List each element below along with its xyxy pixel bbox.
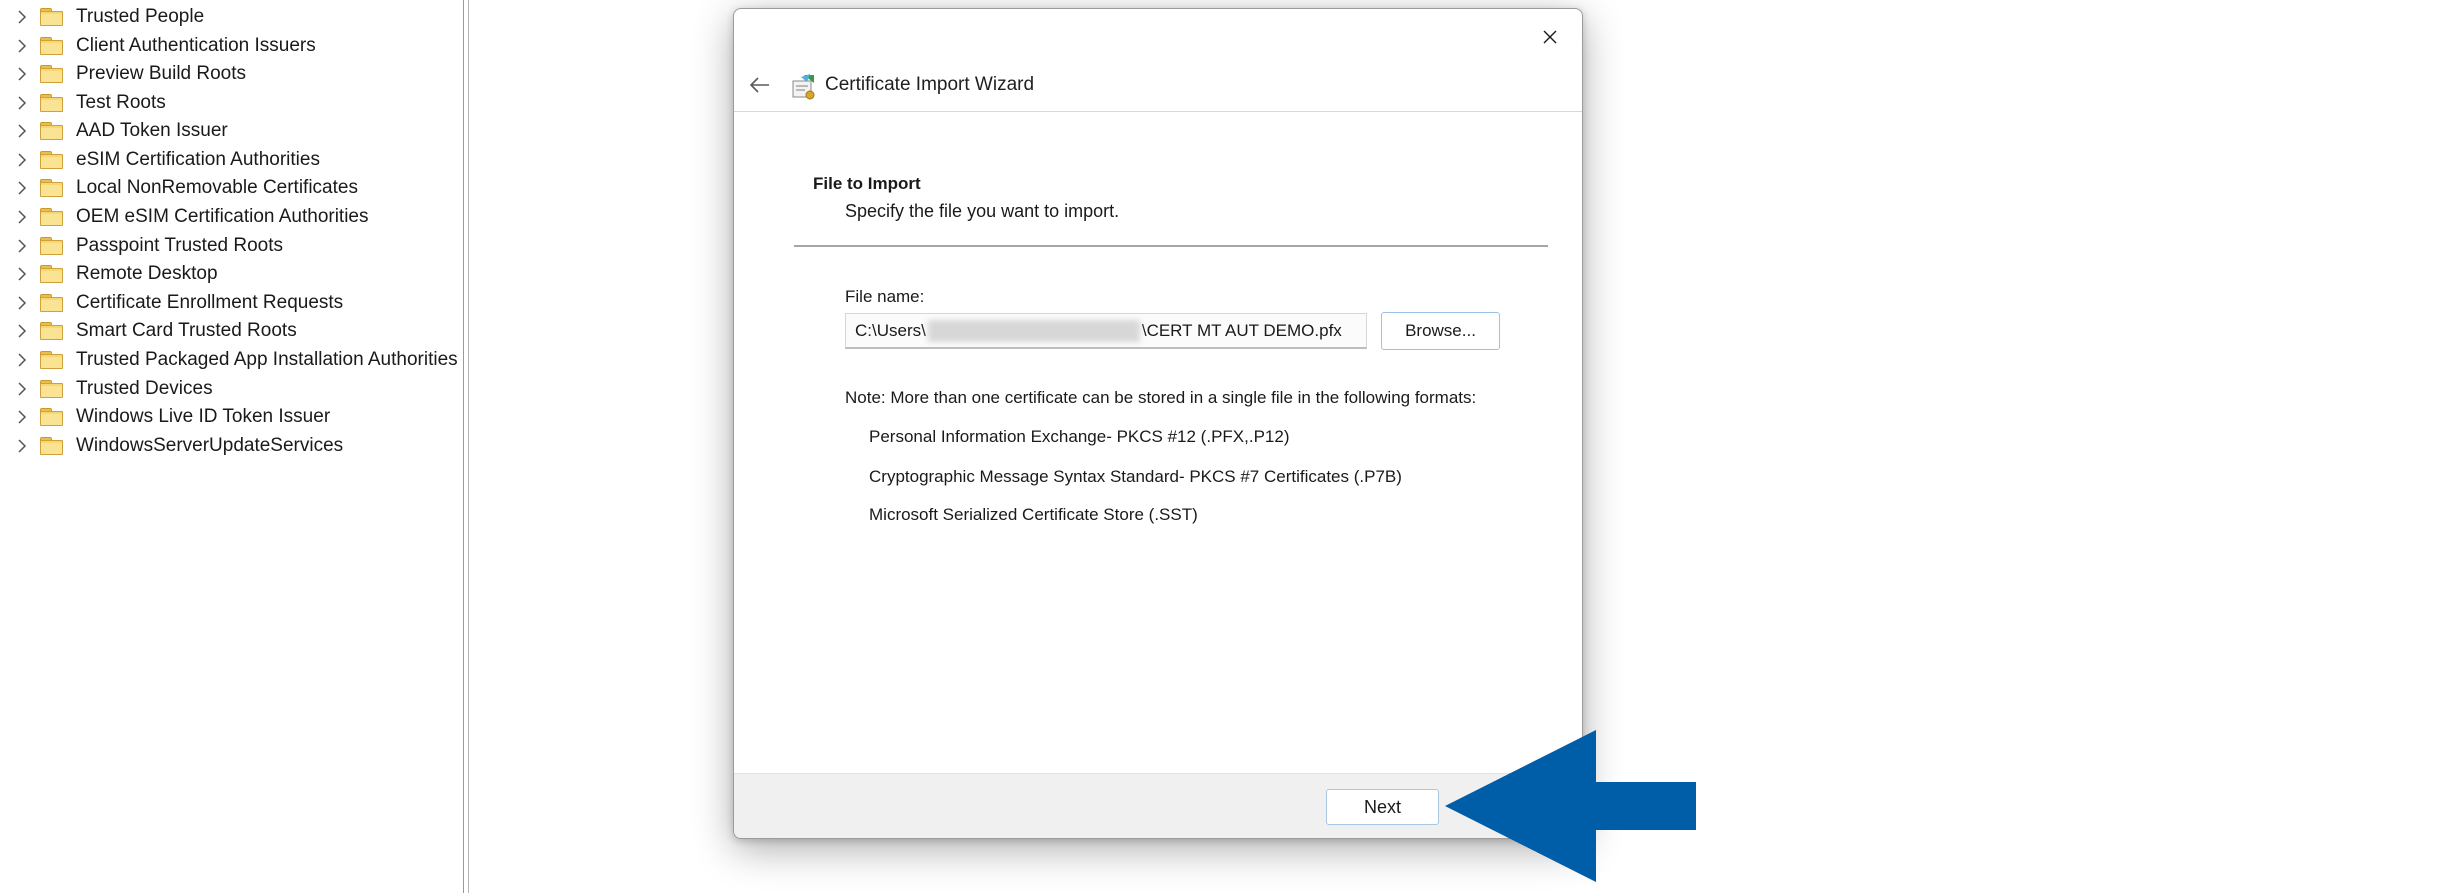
tree-item-label: Remote Desktop — [76, 263, 218, 284]
tree-item-label: Certificate Enrollment Requests — [76, 292, 344, 313]
tree-item-passpoint-trusted-roots[interactable]: Passpoint Trusted Roots — [0, 232, 283, 260]
chevron-right-icon[interactable] — [14, 438, 30, 454]
tree-item-label: Trusted People — [76, 6, 205, 27]
folder-icon — [40, 237, 64, 255]
file-path-suffix: \CERT MT AUT DEMO.pfx — [1141, 320, 1342, 340]
tree-item-label: Trusted Devices — [76, 378, 213, 399]
folder-icon — [40, 208, 64, 226]
folder-icon — [40, 37, 64, 55]
chevron-right-icon[interactable] — [14, 295, 30, 311]
chevron-right-icon[interactable] — [14, 266, 30, 282]
back-arrow-icon — [750, 77, 769, 93]
chevron-right-icon[interactable] — [14, 38, 30, 54]
browse-button[interactable]: Browse... — [1381, 312, 1500, 350]
chevron-right-icon[interactable] — [14, 381, 30, 397]
chevron-right-icon[interactable] — [14, 323, 30, 339]
tree-item-client-authentication-issuers[interactable]: Client Authentication Issuers — [0, 32, 316, 60]
section-title: File to Import — [813, 174, 921, 193]
section-subtitle: Specify the file you want to import. — [845, 201, 1120, 221]
certificate-store-tree: Trusted People Client Authentication Iss… — [0, 0, 464, 893]
chevron-right-icon[interactable] — [14, 9, 30, 25]
tree-item-windows-live-id-token-issuer[interactable]: Windows Live ID Token Issuer — [0, 403, 330, 431]
tree-item-trusted-packaged-app-installation-authorities[interactable]: Trusted Packaged App Installation Author… — [0, 346, 458, 374]
wizard-header: Certificate Import Wizard — [734, 53, 1582, 119]
tree-item-label: Client Authentication Issuers — [76, 35, 316, 56]
tree-item-label: Preview Build Roots — [76, 63, 247, 84]
folder-icon — [40, 179, 64, 197]
folder-icon — [40, 151, 64, 169]
chevron-right-icon[interactable] — [14, 180, 30, 196]
close-icon — [1543, 30, 1557, 44]
format-item: Microsoft Serialized Certificate Store (… — [869, 505, 1198, 524]
tree-item-label: Windows Live ID Token Issuer — [76, 406, 331, 427]
folder-icon — [40, 380, 64, 398]
back-button[interactable] — [742, 67, 778, 103]
folder-icon — [40, 351, 64, 369]
redacted-username — [927, 319, 1140, 342]
folder-icon — [40, 265, 64, 283]
formats-note: Note: More than one certificate can be s… — [845, 388, 1477, 407]
tree-item-preview-build-roots[interactable]: Preview Build Roots — [0, 60, 246, 88]
tree-item-windowsserverupdateservices[interactable]: WindowsServerUpdateServices — [0, 432, 343, 460]
next-button[interactable]: Next — [1326, 789, 1439, 825]
tree-item-label: Trusted Packaged App Installation Author… — [76, 349, 458, 370]
tree-item-label: AAD Token Issuer — [76, 120, 228, 141]
format-item: Personal Information Exchange- PKCS #12 … — [869, 427, 1290, 446]
tree-item-label: OEM eSIM Certification Authorities — [76, 206, 369, 227]
folder-icon — [40, 94, 64, 112]
chevron-right-icon[interactable] — [14, 152, 30, 168]
pane-splitter[interactable] — [468, 0, 469, 893]
section-divider — [794, 245, 1548, 247]
tree-item-oem-esim-certification-authorities[interactable]: OEM eSIM Certification Authorities — [0, 203, 369, 231]
close-button[interactable] — [1532, 19, 1568, 55]
tree-item-label: Local NonRemovable Certificates — [76, 177, 358, 198]
tree-item-trusted-people[interactable]: Trusted People — [0, 3, 204, 31]
tree-item-esim-certification-authorities[interactable]: eSIM Certification Authorities — [0, 146, 320, 174]
folder-icon — [40, 8, 64, 26]
certificate-import-wizard-dialog: Certificate Import Wizard File to Import… — [733, 8, 1583, 839]
tree-item-label: WindowsServerUpdateServices — [76, 435, 344, 456]
tree-item-test-roots[interactable]: Test Roots — [0, 89, 166, 117]
chevron-right-icon[interactable] — [14, 95, 30, 111]
tree-item-aad-token-issuer[interactable]: AAD Token Issuer — [0, 117, 228, 145]
chevron-right-icon[interactable] — [14, 238, 30, 254]
wizard-title: Certificate Import Wizard — [825, 74, 1035, 95]
tree-item-certificate-enrollment-requests[interactable]: Certificate Enrollment Requests — [0, 289, 343, 317]
format-item: Cryptographic Message Syntax Standard- P… — [869, 467, 1402, 486]
tree-item-label: Smart Card Trusted Roots — [76, 320, 297, 341]
chevron-right-icon[interactable] — [14, 409, 30, 425]
folder-icon — [40, 408, 64, 426]
tree-item-trusted-devices[interactable]: Trusted Devices — [0, 375, 213, 403]
tree-item-label: eSIM Certification Authorities — [76, 149, 320, 170]
chevron-right-icon[interactable] — [14, 209, 30, 225]
file-path-prefix: C:\Users\ — [855, 320, 926, 340]
tree-item-local-nonremovable-certificates[interactable]: Local NonRemovable Certificates — [0, 174, 358, 202]
file-name-input[interactable]: C:\Users\ \CERT MT AUT DEMO.pfx — [845, 313, 1367, 349]
tree-item-smart-card-trusted-roots[interactable]: Smart Card Trusted Roots — [0, 317, 297, 345]
folder-icon — [40, 437, 64, 455]
chevron-right-icon[interactable] — [14, 66, 30, 82]
tree-item-label: Passpoint Trusted Roots — [76, 235, 283, 256]
pointer-arrow — [1445, 730, 1696, 882]
folder-icon — [40, 322, 64, 340]
folder-icon — [40, 122, 64, 140]
header-divider — [734, 111, 1582, 112]
chevron-right-icon[interactable] — [14, 123, 30, 139]
folder-icon — [40, 65, 64, 83]
folder-icon — [40, 294, 64, 312]
tree-item-label: Test Roots — [76, 92, 166, 113]
tree-item-remote-desktop[interactable]: Remote Desktop — [0, 260, 218, 288]
certificate-wizard-icon — [792, 74, 815, 100]
file-name-label: File name: — [845, 287, 925, 306]
chevron-right-icon[interactable] — [14, 352, 30, 368]
